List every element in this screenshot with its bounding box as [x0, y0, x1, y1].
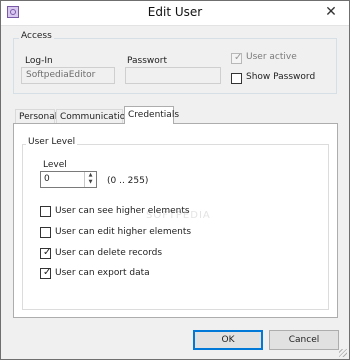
see-higher-checkbox[interactable] — [40, 206, 51, 217]
window-title: Edit User — [147, 5, 203, 19]
check-icon: ✓ — [43, 247, 52, 258]
delete-records-label: User can delete records — [55, 248, 163, 258]
cancel-button[interactable]: Cancel — [269, 330, 339, 350]
login-field[interactable]: SoftpediaEditor — [21, 67, 115, 84]
ok-button[interactable]: OK — [193, 330, 263, 350]
level-stepper[interactable]: 0 ▲ ▼ — [40, 171, 97, 188]
stepper-arrows: ▲ ▼ — [84, 172, 96, 187]
level-range-hint: (0 .. 255) — [107, 176, 149, 186]
check-icon: ✓ — [234, 52, 243, 63]
tab-credentials[interactable]: Credentials — [124, 106, 179, 124]
export-data-label: User can export data — [55, 268, 150, 278]
login-label: Log-In — [25, 56, 53, 66]
level-value: 0 — [44, 174, 50, 184]
password-field[interactable] — [125, 67, 221, 84]
show-password-checkbox[interactable] — [231, 73, 242, 84]
access-group-title: Access — [19, 31, 54, 41]
tab-communication[interactable]: Communication — [56, 109, 131, 123]
edit-higher-label: User can edit higher elements — [55, 227, 192, 237]
export-data-checkbox[interactable]: ✓ — [40, 267, 52, 279]
access-group — [13, 38, 337, 94]
see-higher-label: User can see higher elements — [55, 206, 190, 216]
arrow-down-icon[interactable]: ▼ — [85, 179, 96, 186]
level-label: Level — [43, 160, 67, 170]
resize-grip-icon[interactable] — [339, 349, 347, 357]
edit-user-window: Edit User ✕ Access Log-In SoftpediaEdito… — [0, 0, 350, 360]
arrow-up-icon[interactable]: ▲ — [85, 172, 96, 179]
edit-higher-checkbox[interactable] — [40, 227, 51, 238]
check-icon: ✓ — [43, 267, 52, 278]
tab-personal[interactable]: Personal — [15, 109, 57, 123]
delete-records-checkbox[interactable]: ✓ — [40, 247, 52, 259]
close-icon[interactable]: ✕ — [319, 3, 343, 21]
user-level-group-title: User Level — [26, 137, 78, 147]
user-active-label: User active — [246, 52, 297, 62]
title-bar[interactable]: Edit User ✕ — [1, 1, 349, 26]
password-label: Passwort — [127, 56, 168, 66]
user-active-checkbox[interactable]: ✓ — [231, 52, 243, 64]
show-password-label: Show Password — [246, 72, 316, 82]
